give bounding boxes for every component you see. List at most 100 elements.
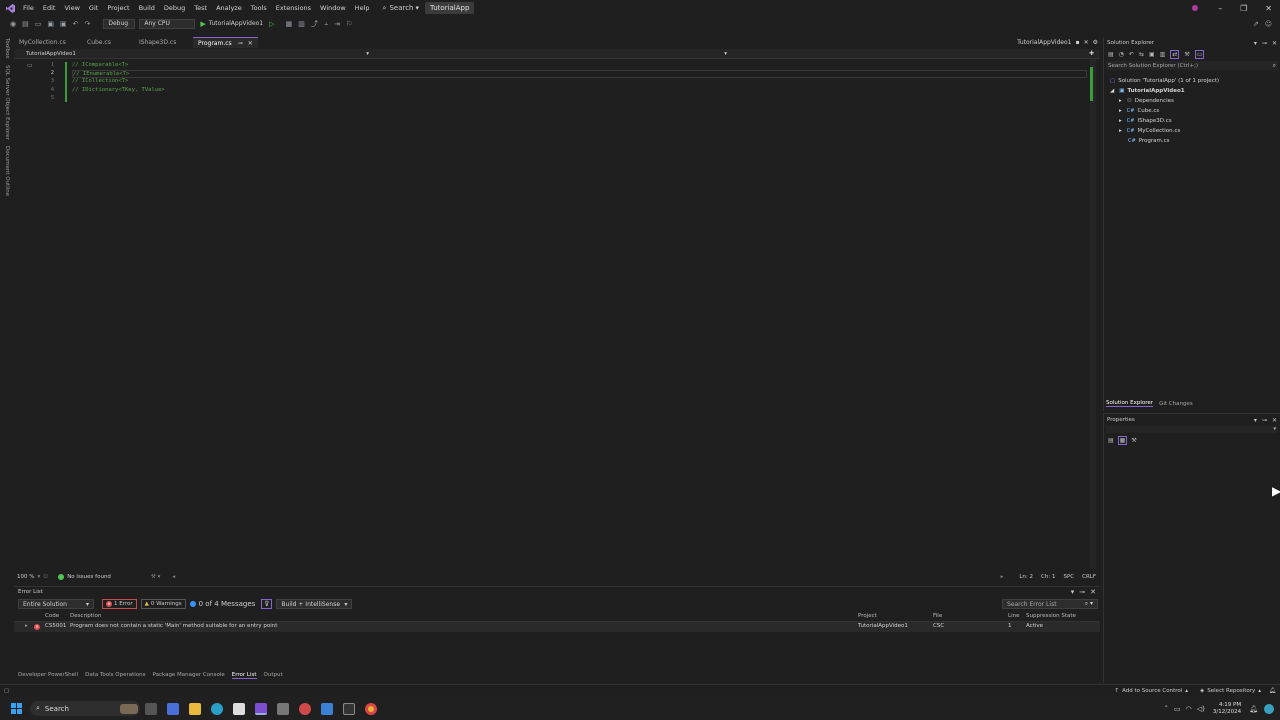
- pending-changes-icon[interactable]: ⇄: [1170, 50, 1180, 59]
- menu-edit[interactable]: Edit: [43, 4, 56, 12]
- alphabetical-icon[interactable]: ▦: [1117, 436, 1128, 445]
- source-control-button[interactable]: ↑ Add to Source Control ▴: [1114, 688, 1188, 694]
- repository-button[interactable]: ◈ Select Repository ▴: [1200, 688, 1261, 694]
- issues-status[interactable]: No issues found: [67, 574, 111, 580]
- wrench-icon[interactable]: ⚒: [1184, 51, 1189, 58]
- properties-object-dropdown[interactable]: ▾: [1106, 426, 1278, 433]
- close-icon[interactable]: ✕: [1272, 417, 1277, 424]
- right-tab-label[interactable]: TutorialAppVideo1: [1017, 39, 1071, 46]
- tree-item-cube[interactable]: ▸ C# Cube.cs: [1119, 108, 1159, 114]
- layout-icon[interactable]: ▥: [298, 20, 305, 28]
- sync-icon[interactable]: ⇆: [1139, 51, 1144, 58]
- expand-icon[interactable]: ▸: [1119, 118, 1122, 124]
- feedback-icon[interactable]: ☺: [1265, 20, 1272, 28]
- table-row[interactable]: ▸ ✕ CS5001 Program does not contain a st…: [14, 622, 1100, 632]
- new-item-icon[interactable]: ▤: [22, 20, 29, 28]
- cleanup-icon[interactable]: ⚒ ▾: [151, 574, 160, 580]
- menu-view[interactable]: View: [64, 4, 79, 12]
- vertical-scrollbar[interactable]: [1090, 59, 1096, 569]
- tab-error-list[interactable]: Error List: [231, 672, 257, 679]
- scope-dropdown[interactable]: Entire Solution ▾: [18, 599, 94, 609]
- toolbox-tab[interactable]: Toolbox: [4, 38, 10, 59]
- hot-reload-icon[interactable]: ▦: [286, 20, 293, 28]
- bell-icon[interactable]: 🔔︎: [1249, 705, 1258, 713]
- close-icon[interactable]: ✕: [1272, 40, 1277, 47]
- tab-ishape3d[interactable]: IShape3D.cs: [134, 37, 190, 48]
- notepad-icon[interactable]: [321, 702, 333, 715]
- document-outline-tab[interactable]: Document Outline: [4, 146, 10, 196]
- close-window-button[interactable]: ✕: [1265, 4, 1272, 13]
- navigate-back-icon[interactable]: ◉: [10, 20, 16, 28]
- scroll-right-icon[interactable]: ▸: [1001, 574, 1004, 580]
- code-editor[interactable]: ▭ 1 2 3 4 5 // IComparable<T> // IEnumer…: [14, 59, 1100, 569]
- tab-mycollection[interactable]: MyCollection.cs: [14, 37, 76, 48]
- visual-studio-taskbar-icon[interactable]: [255, 702, 267, 715]
- menu-tools[interactable]: Tools: [251, 4, 267, 12]
- clock[interactable]: 4:19 PM 3/12/2024: [1213, 702, 1241, 716]
- tab-solution-explorer[interactable]: Solution Explorer: [1106, 400, 1154, 407]
- menu-build[interactable]: Build: [139, 4, 155, 12]
- bookmark-icon[interactable]: ⚐: [346, 20, 352, 28]
- solution-explorer-search[interactable]: Search Solution Explorer (Ctrl+;) ⌕: [1106, 61, 1278, 70]
- menu-extensions[interactable]: Extensions: [276, 4, 311, 12]
- pin-icon[interactable]: ⊸: [1079, 588, 1085, 596]
- tab-output[interactable]: Output: [264, 672, 283, 678]
- show-all-files-icon[interactable]: ▥: [1160, 51, 1166, 58]
- save-icon[interactable]: ▣: [47, 20, 54, 28]
- expand-icon[interactable]: ▸: [1119, 128, 1122, 134]
- column-project[interactable]: Project: [858, 613, 877, 619]
- minimize-button[interactable]: –: [1218, 4, 1222, 13]
- open-folder-icon[interactable]: ▭: [35, 20, 42, 28]
- undo-icon[interactable]: ↶: [73, 20, 79, 28]
- scroll-left-icon[interactable]: ◂: [172, 574, 175, 580]
- tree-item-dependencies[interactable]: ▸ ⚇ Dependencies: [1119, 98, 1174, 104]
- tab-git-changes[interactable]: Git Changes: [1159, 401, 1193, 407]
- menu-git[interactable]: Git: [89, 4, 98, 12]
- preview-icon[interactable]: ▭: [1194, 50, 1205, 59]
- volume-icon[interactable]: ◁): [1197, 705, 1205, 713]
- messages-filter-button[interactable]: 0 of 4 Messages: [189, 600, 255, 608]
- pin-icon[interactable]: ⊸: [238, 40, 243, 47]
- task-view-icon[interactable]: [145, 702, 157, 715]
- menu-analyze[interactable]: Analyze: [216, 4, 242, 12]
- taskbar-search-box[interactable]: ⌕ Search: [30, 701, 140, 716]
- close-tab-icon[interactable]: ✕: [248, 40, 253, 47]
- type-dropdown[interactable]: ▾: [369, 51, 727, 57]
- switch-views-icon[interactable]: ◔: [1119, 51, 1124, 58]
- close-icon[interactable]: ✕: [1090, 588, 1096, 596]
- pin-icon[interactable]: ▪: [1076, 39, 1080, 46]
- expand-icon[interactable]: ▸: [1119, 98, 1122, 104]
- copilot-icon[interactable]: [167, 702, 179, 715]
- column-indicator[interactable]: Ch: 1: [1041, 574, 1055, 580]
- redo-icon[interactable]: ↷: [84, 20, 90, 28]
- copilot-tray-icon[interactable]: [1264, 703, 1274, 714]
- solution-configuration-dropdown[interactable]: Debug: [103, 18, 136, 29]
- column-code[interactable]: Code: [45, 613, 59, 619]
- whitespace-indicator[interactable]: SPC: [1063, 574, 1074, 580]
- edge-icon[interactable]: [211, 702, 223, 715]
- tree-item-program[interactable]: C# Program.cs: [1128, 138, 1170, 144]
- align-icon[interactable]: ⫠: [324, 19, 328, 28]
- home-icon[interactable]: ▤: [1108, 51, 1114, 58]
- zoom-level[interactable]: 100 %: [17, 574, 34, 580]
- chevron-down-icon[interactable]: ▾: [1071, 588, 1075, 596]
- show-hidden-icons[interactable]: ˄: [1165, 705, 1169, 713]
- tree-solution[interactable]: ▢ Solution 'TutorialApp' (1 of 1 project…: [1110, 78, 1219, 84]
- tree-item-ishape3d[interactable]: ▸ C# IShape3D.cs: [1119, 118, 1172, 124]
- history-icon[interactable]: ↶: [1129, 51, 1134, 58]
- app-icon[interactable]: [277, 702, 289, 715]
- start-debugging-button[interactable]: ▶ TutorialAppVideo1: [200, 20, 263, 28]
- tab-data-tools-operations[interactable]: Data Tools Operations: [85, 672, 145, 678]
- error-list-search-input[interactable]: Search Error List ⌕ ▾: [1002, 599, 1098, 609]
- global-search-button[interactable]: ⌕ Search ▾: [383, 4, 420, 13]
- chevron-down-icon[interactable]: ▾: [1254, 40, 1257, 47]
- restore-button[interactable]: ❐: [1240, 4, 1247, 13]
- menu-file[interactable]: File: [23, 4, 34, 12]
- quick-actions-icon[interactable]: ▭: [27, 62, 33, 69]
- chrome-icon[interactable]: [365, 702, 377, 715]
- network-icon[interactable]: ▭: [1174, 705, 1181, 713]
- split-icon[interactable]: ✚: [1089, 50, 1094, 57]
- column-line[interactable]: Line: [1008, 613, 1019, 619]
- project-dropdown[interactable]: TutorialAppVideo1 ▾: [14, 51, 369, 57]
- build-filter-dropdown[interactable]: Build + IntelliSense ▾: [276, 599, 353, 609]
